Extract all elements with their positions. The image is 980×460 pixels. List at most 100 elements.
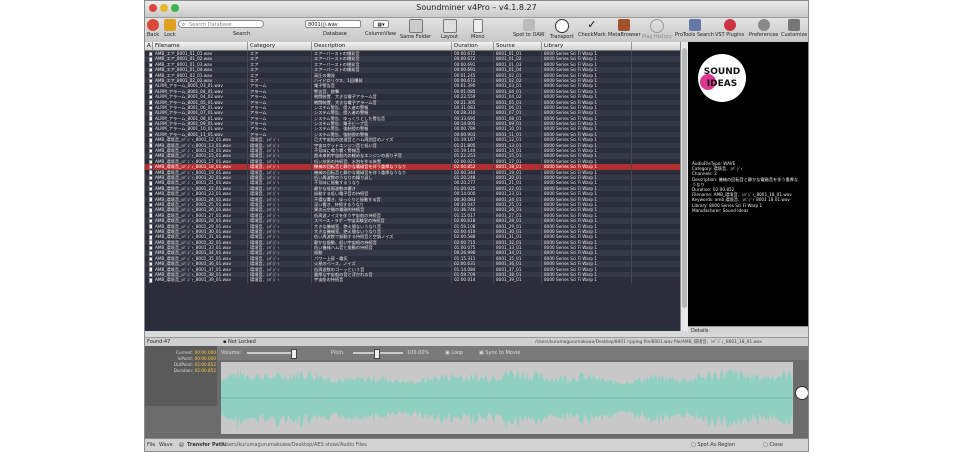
check-column-header[interactable]: A bbox=[145, 42, 153, 50]
wave-mode-tab[interactable]: Wave bbox=[159, 439, 173, 451]
spot-label: Spot to DAW bbox=[513, 32, 545, 38]
vst-label: VST Plugins bbox=[715, 32, 745, 38]
back-label: Back bbox=[147, 32, 160, 38]
lock-button[interactable]: Lock bbox=[164, 19, 176, 38]
layout-label: Layout bbox=[441, 34, 458, 40]
cell-category: 環境音、ｼﾊﾞｼﾞｨ bbox=[248, 277, 312, 283]
tools-icon bbox=[788, 19, 801, 31]
metabrowser-button[interactable]: MetaBrowser bbox=[608, 19, 641, 38]
pitch-value: 100.00% bbox=[407, 350, 430, 356]
duration-value: 02:00.852 bbox=[194, 368, 216, 373]
play-icon bbox=[554, 19, 569, 33]
mono-icon bbox=[472, 19, 483, 33]
transport-label: Transport bbox=[550, 34, 574, 40]
sync-to-movie-checkbox[interactable]: ▣ Sync to Movie bbox=[479, 346, 520, 360]
metadata-panel: SOUND IDEAS AudioFileType: WAVE Category:… bbox=[688, 42, 808, 331]
outpoint-label: OutPoint: bbox=[173, 362, 194, 367]
cell-source: 8001_39_01 bbox=[494, 277, 542, 283]
table-body: AMB_エア_8001_01_01.wav エア エアーバーストの爆発音 00:00.… bbox=[145, 51, 680, 283]
layout-icon bbox=[442, 19, 457, 33]
layout-button[interactable]: Layout bbox=[441, 19, 458, 40]
volume-slider-knob[interactable] bbox=[291, 349, 297, 359]
close-label: Close bbox=[769, 442, 783, 448]
loop-checkbox[interactable]: ▣ Loop bbox=[445, 346, 463, 360]
file-mode-tab[interactable]: File bbox=[147, 439, 155, 451]
table-header: A Filename Category Description Duration… bbox=[145, 42, 680, 51]
play-history-button[interactable]: Play History bbox=[642, 19, 672, 40]
transport-button[interactable]: Transport bbox=[550, 19, 573, 40]
results-table: A Filename Category Description Duration… bbox=[145, 42, 680, 331]
column-header-filename[interactable]: Filename bbox=[153, 42, 248, 50]
current-time-value: 00:00.000 bbox=[194, 350, 216, 355]
inpoint-label: InPoint: bbox=[177, 356, 194, 361]
lock-label: Lock bbox=[164, 32, 176, 38]
bottom-bar: File Wave ▤ Transfer Path: /Users/kuruma… bbox=[145, 438, 808, 451]
column-header-library[interactable]: Library bbox=[542, 42, 632, 50]
back-arrow-icon bbox=[147, 19, 160, 31]
column-header-category[interactable]: Category bbox=[248, 42, 312, 50]
waveform-display[interactable] bbox=[221, 362, 793, 434]
preferences-button[interactable]: Preferences bbox=[749, 19, 778, 38]
transfer-path-value[interactable]: /Users/kurumagurumakuwa/Desktop/AES show… bbox=[221, 439, 367, 451]
sound-ideas-logo: SOUND IDEAS bbox=[698, 54, 746, 102]
checkmark-icon: ✓ bbox=[587, 18, 597, 31]
title-bar: Soundminer v4Pro – v4.1.8.27 bbox=[145, 1, 808, 18]
column-header-description[interactable]: Description bbox=[312, 42, 452, 50]
search-icon: ⌕ bbox=[182, 21, 186, 28]
playback-controls: Volume: Pitch: 100.00% ▣ Loop ▣ Sync to … bbox=[217, 346, 808, 360]
back-button[interactable]: Back bbox=[147, 19, 159, 38]
time-readouts: Current: 00:00.000 InPoint: 00:00.000 Ou… bbox=[145, 346, 217, 406]
customize-button[interactable]: Customize bbox=[781, 19, 807, 38]
metadata-line: Description: 機械の回転音と静かな電磁音を伴う重厚な bbox=[692, 176, 799, 182]
table-scrollbar[interactable] bbox=[680, 42, 688, 331]
details-label: Details bbox=[691, 328, 709, 334]
mono-button[interactable]: Mono bbox=[471, 19, 485, 40]
protools-search-button[interactable]: ProTools Search bbox=[675, 19, 714, 38]
pitch-slider-knob[interactable] bbox=[374, 349, 380, 359]
columnview-label: ColumnView bbox=[365, 31, 397, 37]
pitch-label: Pitch: bbox=[331, 350, 345, 356]
table-row[interactable]: AMB_環境音_ｼﾊﾞｼﾞｨ_8001_39_01.wav 環境音、ｼﾊﾞｼﾞｨ宇… bbox=[145, 277, 680, 283]
spot-as-region-checkbox[interactable]: ▢ Spot As Region bbox=[691, 439, 735, 451]
duration-label: Duration: bbox=[173, 368, 194, 373]
lock-icon bbox=[164, 19, 176, 31]
cell-description: 宇宙船の持続音 bbox=[312, 277, 452, 283]
database-select[interactable]: 8001(j).wav bbox=[305, 20, 361, 28]
row-checkbox[interactable] bbox=[145, 277, 153, 283]
transfer-folder-icon[interactable]: ▤ bbox=[179, 439, 184, 451]
vst-icon bbox=[723, 19, 736, 31]
metadata-text: AudioFileType: WAVE Category: 環境音、ｼﾊﾞｼﾞｨ C… bbox=[692, 161, 808, 213]
columnview-select[interactable]: ▦▾ bbox=[373, 20, 389, 28]
details-bar[interactable]: Details bbox=[688, 326, 808, 334]
loop-label: Loop bbox=[451, 350, 464, 356]
cell-duration: 02:00.014 bbox=[452, 277, 494, 283]
same-folder-button[interactable]: Same Folder bbox=[400, 19, 431, 40]
toolbar: Back Lock ⌕ Search Database Search 8001(j… bbox=[145, 18, 808, 43]
inpoint-value: 00:00.000 bbox=[194, 356, 216, 361]
search-placeholder: Search Database bbox=[189, 22, 232, 28]
close-checkbox[interactable]: ▢ Close bbox=[763, 439, 783, 451]
vst-plugins-button[interactable]: VST Plugins bbox=[715, 19, 744, 38]
play-history-label: Play History bbox=[642, 34, 672, 40]
sound-ideas-badge-icon bbox=[795, 386, 808, 400]
search-input[interactable]: ⌕ Search Database bbox=[178, 20, 264, 28]
cell-filename: AMB_環境音_ｼﾊﾞｼﾞｨ_8001_39_01.wav bbox=[153, 277, 248, 283]
volume-slider[interactable] bbox=[247, 352, 297, 354]
search-label: Search bbox=[233, 31, 251, 37]
metabrowser-label: MetaBrowser bbox=[608, 32, 641, 38]
column-header-source[interactable]: Source bbox=[494, 42, 542, 50]
checkmark-button[interactable]: ✓ CheckMark bbox=[578, 18, 606, 39]
svg-text:IDEAS: IDEAS bbox=[707, 79, 737, 89]
metabrowser-icon bbox=[618, 19, 631, 31]
scrollbar-thumb[interactable] bbox=[682, 48, 687, 308]
svg-text:SOUND: SOUND bbox=[704, 67, 740, 77]
clock-icon bbox=[649, 19, 664, 33]
mono-label: Mono bbox=[471, 34, 485, 40]
protools-icon bbox=[688, 19, 701, 31]
checkmark-label: CheckMark bbox=[578, 32, 606, 38]
spot-to-daw-button[interactable]: Spot to DAW bbox=[513, 19, 544, 38]
window-title: Soundminer v4Pro – v4.1.8.27 bbox=[416, 3, 537, 12]
column-header-duration[interactable]: Duration bbox=[452, 42, 494, 50]
duration-row: Duration: 02:00.852 bbox=[145, 368, 216, 374]
folder-icon bbox=[408, 19, 423, 33]
